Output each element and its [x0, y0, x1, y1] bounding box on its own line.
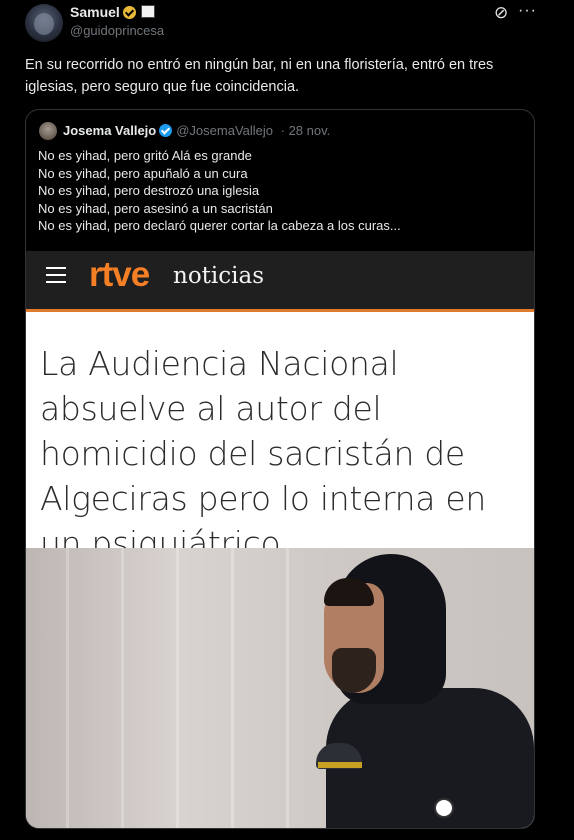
- news-photo: [26, 548, 534, 828]
- brand-logo-icon: [434, 798, 454, 818]
- more-icon[interactable]: ···: [518, 2, 537, 20]
- quoted-line: No es yihad, pero apuñaló a un cura: [38, 165, 248, 181]
- verified-gold-icon: [122, 6, 136, 19]
- article-headline: La Audiencia Nacional absuelve al autor …: [40, 344, 487, 563]
- rtve-logo: rtve: [89, 255, 150, 294]
- quoted-handle[interactable]: @JosemaVallejo: [176, 123, 273, 138]
- quoted-tweet[interactable]: Josema Vallejo @JosemaVallejo · 28 nov. N…: [25, 109, 535, 829]
- avatar[interactable]: [25, 4, 63, 42]
- quoted-avatar[interactable]: [39, 122, 57, 140]
- quoted-name[interactable]: Josema Vallejo: [63, 123, 156, 138]
- quoted-line: No es yihad, pero asesinó a un sacristán: [38, 200, 273, 216]
- affiliate-flag-icon: [140, 5, 155, 18]
- tweet-text: En su recorrido no entró en ningún bar, …: [25, 57, 494, 95]
- author-name-text[interactable]: Samuel: [70, 4, 120, 20]
- section-label: noticias: [173, 263, 265, 289]
- author-name[interactable]: Samuel: [70, 4, 155, 20]
- author-handle[interactable]: @guidoprincesa: [70, 23, 164, 38]
- quoted-line: No es yihad, pero declaró querer cortar …: [38, 218, 401, 233]
- hamburger-icon: [46, 267, 66, 283]
- rtve-header: rtve noticias: [26, 251, 534, 312]
- officer-cap-band: [318, 762, 362, 768]
- quoted-header: Josema Vallejo @JosemaVallejo · 28 nov.: [63, 123, 330, 138]
- quoted-text: No es yihad, pero gritó Alá es grande No…: [38, 147, 401, 235]
- verified-blue-icon: [159, 124, 173, 137]
- quoted-line: No es yihad, pero destrozó una iglesia: [38, 183, 260, 198]
- media-image[interactable]: rtve noticias La Audiencia Nacional absu…: [26, 251, 534, 828]
- quoted-line: No es yihad, pero gritó Alá es grande: [38, 148, 252, 163]
- grok-icon[interactable]: ⊘: [494, 3, 508, 23]
- quoted-date[interactable]: · 28 nov.: [281, 123, 331, 138]
